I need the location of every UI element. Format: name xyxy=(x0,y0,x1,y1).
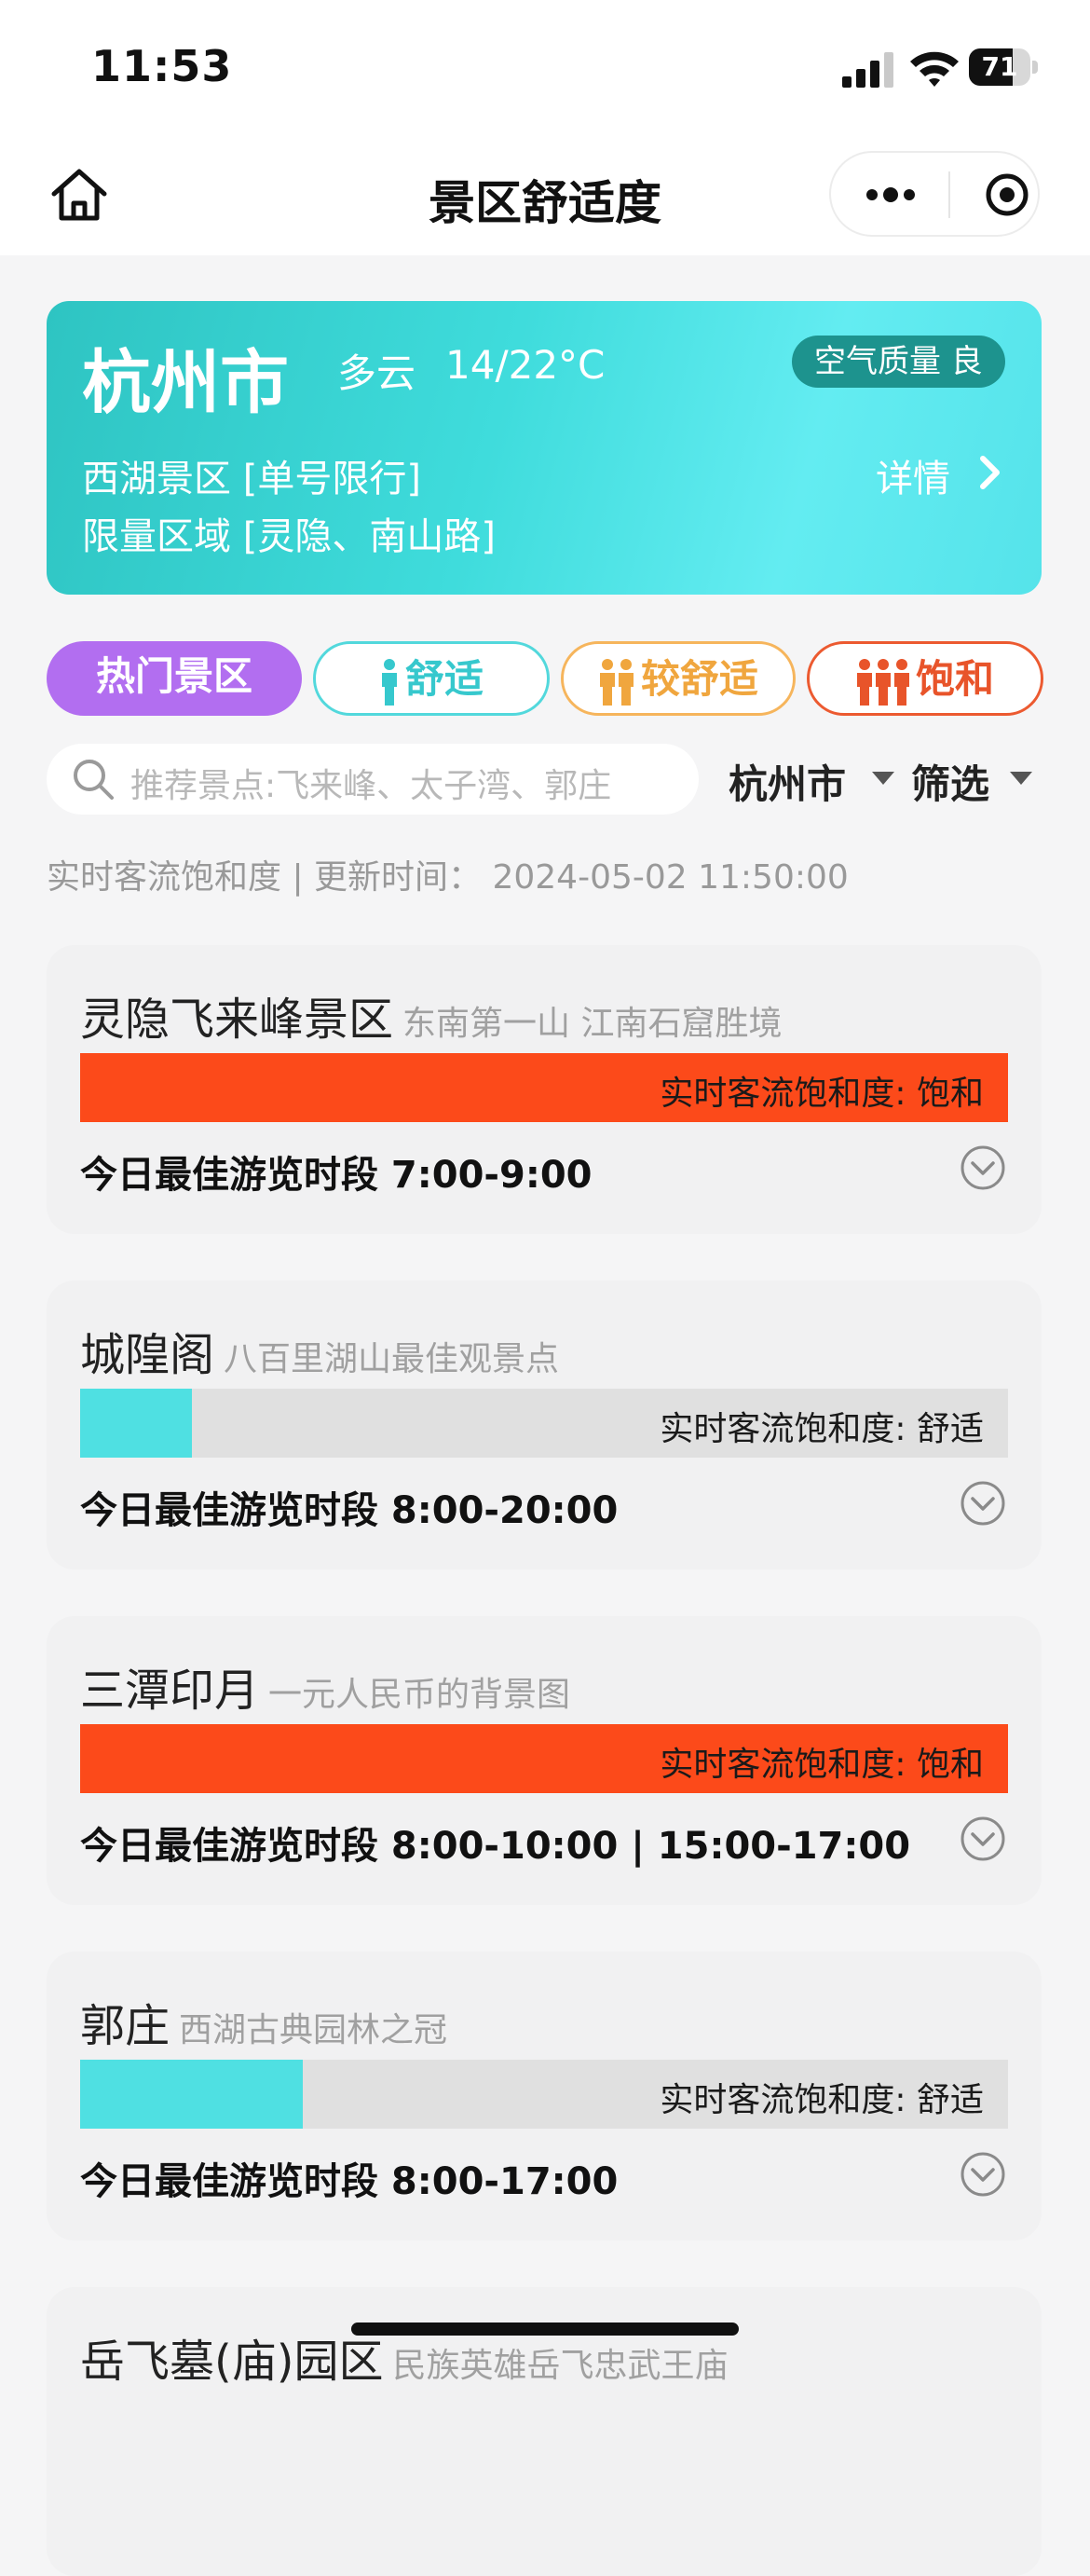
saturation-status: 实时客流饱和度: 饱和 xyxy=(660,1075,984,1113)
tab-label: 舒适 xyxy=(404,656,484,702)
saturation-status: 实时客流饱和度: 饱和 xyxy=(660,1746,984,1784)
tab-comfortable[interactable]: 舒适 xyxy=(313,641,550,716)
weather-card: 杭州市 多云 14/22°C 空气质量 良 西湖景区 [单号限行] 限量区域 [… xyxy=(47,301,1042,595)
mini-program-capsule xyxy=(829,151,1040,237)
spot-slogan: 东南第一山 江南石窟胜境 xyxy=(402,1005,783,1043)
spot-card[interactable]: 城隍阁 八百里湖山最佳观景点实时客流饱和度: 舒适今日最佳游览时段 8:00-20… xyxy=(47,1281,1042,1569)
saturation-bar: 实时客流饱和度: 舒适 xyxy=(80,2060,1008,2129)
best-visit-time: 今日最佳游览时段 8:00-17:00 xyxy=(80,2160,619,2203)
update-time: 实时客流饱和度 | 更新时间： 2024-05-02 11:50:00 xyxy=(47,858,849,897)
spot-name: 城隍阁 八百里湖山最佳观景点 xyxy=(80,1318,559,1383)
battery-icon: 71 xyxy=(969,48,1038,86)
weather-temperature: 14/22°C xyxy=(445,342,606,388)
saturation-bar: 实时客流饱和度: 饱和 xyxy=(80,1724,1008,1793)
expand-chevron-icon[interactable] xyxy=(960,1480,1006,1527)
expand-chevron-icon[interactable] xyxy=(960,1144,1006,1191)
expand-chevron-icon[interactable] xyxy=(960,1816,1006,1862)
spot-name: 郭庄 西湖古典园林之冠 xyxy=(80,1989,447,2054)
tab-label: 饱和 xyxy=(915,656,994,702)
spot-card[interactable]: 郭庄 西湖古典园林之冠实时客流饱和度: 舒适今日最佳游览时段 8:00-17:00 xyxy=(47,1952,1042,2240)
spot-title: 三潭印月 xyxy=(80,1665,260,1717)
spot-card[interactable]: 三潭印月 一元人民币的背景图实时客流饱和度: 饱和今日最佳游览时段 8:00-10… xyxy=(47,1616,1042,1905)
three-people-icon xyxy=(856,658,909,706)
saturation-fill xyxy=(80,1389,192,1458)
city-dropdown[interactable]: 杭州市 xyxy=(729,753,846,810)
spot-title: 岳飞墓(庙)园区 xyxy=(80,2336,384,2388)
limited-area: 限量区域 [灵隐、南山路] xyxy=(82,515,496,558)
weather-condition: 多云 xyxy=(337,350,416,396)
spot-card[interactable]: 灵隐飞来峰景区 东南第一山 江南石窟胜境实时客流饱和度: 饱和今日最佳游览时段 7… xyxy=(47,945,1042,1234)
battery-level: 71 xyxy=(981,51,1018,82)
close-target-icon[interactable] xyxy=(984,171,1030,218)
status-time: 11:53 xyxy=(91,41,233,91)
saturation-status: 实时客流饱和度: 舒适 xyxy=(660,2081,984,2119)
city-caret-icon[interactable] xyxy=(872,772,894,785)
best-visit-time: 今日最佳游览时段 7:00-9:00 xyxy=(80,1154,593,1197)
tab-saturated[interactable]: 饱和 xyxy=(807,641,1043,716)
spot-slogan: 一元人民币的背景图 xyxy=(268,1676,571,1714)
saturation-bar: 实时客流饱和度: 饱和 xyxy=(80,1053,1008,1122)
saturation-fill xyxy=(80,2060,304,2129)
air-quality-badge: 空气质量 良 xyxy=(792,336,1005,388)
spot-title: 城隍阁 xyxy=(80,1329,215,1381)
tab-hot-spots[interactable]: 热门景区 xyxy=(47,641,302,716)
wifi-icon xyxy=(910,51,959,87)
status-bar: 11:53 71 xyxy=(0,0,1090,140)
cellular-signal-icon xyxy=(842,52,893,88)
home-indicator xyxy=(351,2323,739,2336)
city-dropdown-label: 杭州市 xyxy=(729,761,847,807)
tab-label: 较舒适 xyxy=(640,656,758,702)
spot-slogan: 西湖古典园林之冠 xyxy=(179,2011,448,2049)
filter-dropdown[interactable]: 筛选 xyxy=(911,753,989,810)
saturation-status: 实时客流饱和度: 舒适 xyxy=(660,1410,984,1448)
spot-slogan: 八百里湖山最佳观景点 xyxy=(224,1340,560,1378)
spot-slogan: 民族英雄岳飞忠武王庙 xyxy=(392,2347,729,2385)
search-input[interactable]: 推荐景点:飞来峰、太子湾、郭庄 xyxy=(47,744,699,815)
traffic-restriction: 西湖景区 [单号限行] xyxy=(82,458,421,500)
more-icon[interactable] xyxy=(863,171,919,218)
spot-title: 灵隐飞来峰景区 xyxy=(80,993,394,1046)
spot-name: 三潭印月 一元人民币的背景图 xyxy=(80,1653,570,1719)
weather-city: 杭州市 xyxy=(82,343,289,423)
expand-chevron-icon[interactable] xyxy=(960,2151,1006,2198)
nav-bar: 景区舒适度 xyxy=(0,140,1090,255)
best-visit-time: 今日最佳游览时段 8:00-20:00 xyxy=(80,1489,619,1532)
two-people-icon xyxy=(599,658,634,706)
detail-link[interactable]: 详情 xyxy=(876,448,950,502)
search-icon xyxy=(74,760,114,800)
filter-dropdown-label: 筛选 xyxy=(911,761,990,807)
spot-name: 灵隐飞来峰景区 东南第一山 江南石窟胜境 xyxy=(80,982,782,1048)
filter-caret-icon[interactable] xyxy=(1010,772,1032,785)
tab-label: 热门景区 xyxy=(95,653,252,699)
tab-fairly-comfortable[interactable]: 较舒适 xyxy=(561,641,796,716)
spot-title: 郭庄 xyxy=(80,2000,170,2052)
chevron-right-icon[interactable] xyxy=(978,454,1002,491)
saturation-bar: 实时客流饱和度: 舒适 xyxy=(80,1389,1008,1458)
single-person-icon xyxy=(381,658,397,706)
search-placeholder: 推荐景点:飞来峰、太子湾、郭庄 xyxy=(130,767,612,805)
best-visit-time: 今日最佳游览时段 8:00-10:00 | 15:00-17:00 xyxy=(80,1825,911,1868)
